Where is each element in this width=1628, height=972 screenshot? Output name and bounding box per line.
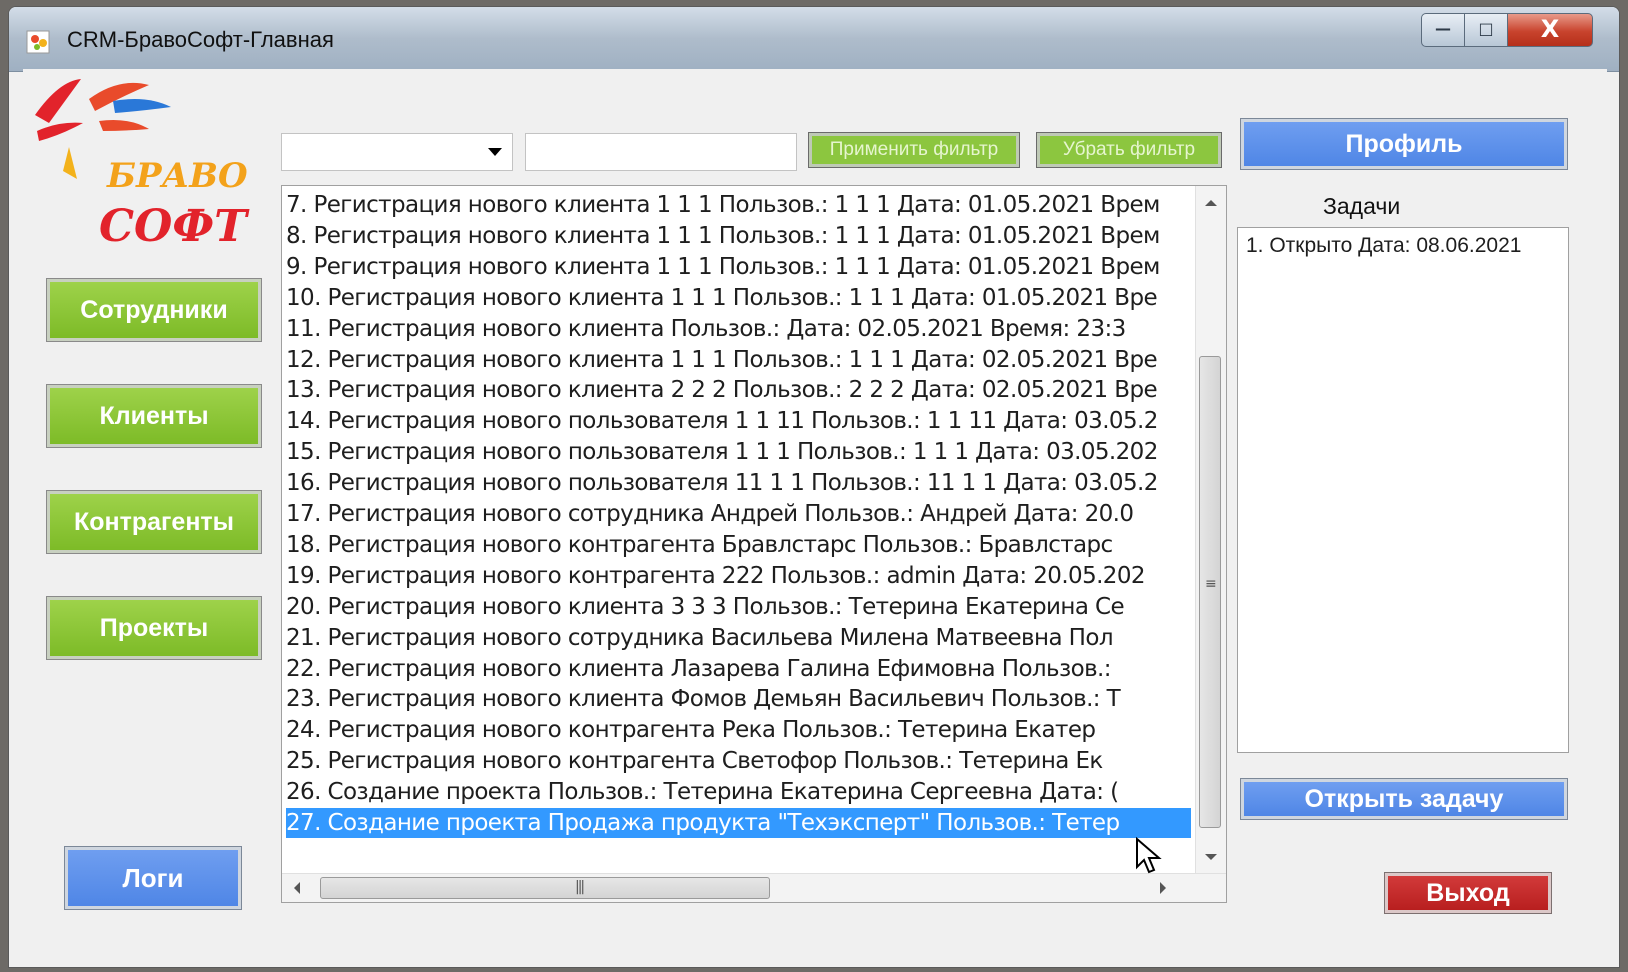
app-icon: [26, 30, 50, 54]
list-item[interactable]: 1. Открыто Дата: 08.06.2021: [1246, 234, 1521, 258]
tasks-listbox[interactable]: 1. Открыто Дата: 08.06.2021: [1237, 227, 1569, 753]
horizontal-scrollbar[interactable]: |||: [282, 873, 1226, 902]
close-button[interactable]: X: [1507, 13, 1593, 47]
list-item[interactable]: 7. Регистрация нового клиента 1 1 1 Поль…: [286, 190, 1191, 220]
scroll-up-arrow-icon[interactable]: [1205, 200, 1217, 206]
list-item[interactable]: 15. Регистрация нового пользователя 1 1 …: [286, 437, 1191, 467]
list-item[interactable]: 18. Регистрация нового контрагента Бравл…: [286, 530, 1191, 560]
employees-button[interactable]: Сотрудники: [47, 279, 261, 341]
logo-text-soft: СОФТ: [99, 201, 250, 251]
list-item[interactable]: 24. Регистрация нового контрагента Река …: [286, 715, 1191, 745]
list-item[interactable]: 17. Регистрация нового сотрудника Андрей…: [286, 499, 1191, 529]
list-item[interactable]: 27. Создание проекта Продажа продукта "Т…: [286, 808, 1191, 838]
clients-button[interactable]: Клиенты: [47, 385, 261, 447]
logs-button[interactable]: Логи: [65, 847, 241, 909]
client-area: БРАВО СОФТ Сотрудники Клиенты Контрагент…: [23, 69, 1607, 957]
list-item[interactable]: 8. Регистрация нового клиента 1 1 1 Поль…: [286, 221, 1191, 251]
mouse-cursor-icon: [1136, 837, 1162, 874]
list-item[interactable]: 26. Создание проекта Пользов.: Тетерина …: [286, 777, 1191, 807]
scroll-right-arrow-icon[interactable]: [1160, 882, 1166, 894]
chevron-down-icon: [488, 148, 502, 156]
list-item[interactable]: 13. Регистрация нового клиента 2 2 2 Пол…: [286, 375, 1191, 405]
grip-icon: ≡: [1205, 576, 1217, 592]
list-item[interactable]: 14. Регистрация нового пользователя 1 1 …: [286, 406, 1191, 436]
list-item[interactable]: 25. Регистрация нового контрагента Свето…: [286, 746, 1191, 776]
maximize-button[interactable]: □: [1464, 13, 1508, 47]
vertical-scroll-thumb[interactable]: ≡: [1199, 356, 1221, 828]
filter-input[interactable]: [525, 133, 797, 171]
scroll-left-arrow-icon[interactable]: [294, 882, 300, 894]
list-item[interactable]: 22. Регистрация нового клиента Лазарева …: [286, 654, 1191, 684]
list-item[interactable]: 10. Регистрация нового клиента 1 1 1 Пол…: [286, 283, 1191, 313]
list-item[interactable]: 23. Регистрация нового клиента Фомов Дем…: [286, 684, 1191, 714]
list-item[interactable]: 19. Регистрация нового контрагента 222 П…: [286, 561, 1191, 591]
logo-text-bravo: БРАВО: [106, 156, 248, 196]
contractors-button[interactable]: Контрагенты: [47, 491, 261, 553]
minimize-button[interactable]: —: [1421, 13, 1465, 47]
bravosoft-logo: БРАВО СОФТ: [35, 79, 250, 251]
list-item[interactable]: 20. Регистрация нового клиента 3 3 3 Пол…: [286, 592, 1191, 622]
main-window: CRM-БравоСофт-Главная — □ X БРАВО СОФТ С…: [8, 6, 1620, 968]
logs-listbox[interactable]: 7. Регистрация нового клиента 1 1 1 Поль…: [281, 185, 1227, 903]
title-bar[interactable]: CRM-БравоСофт-Главная — □ X: [9, 7, 1619, 72]
list-item[interactable]: 16. Регистрация нового пользователя 11 1…: [286, 468, 1191, 498]
projects-button[interactable]: Проекты: [47, 597, 261, 659]
apply-filter-button[interactable]: Применить фильтр: [809, 133, 1019, 167]
list-item[interactable]: 9. Регистрация нового клиента 1 1 1 Поль…: [286, 252, 1191, 282]
exit-button[interactable]: Выход: [1385, 873, 1551, 913]
scroll-down-arrow-icon[interactable]: [1205, 854, 1217, 860]
grip-icon: |||: [575, 879, 585, 895]
profile-button[interactable]: Профиль: [1241, 119, 1567, 169]
remove-filter-button[interactable]: Убрать фильтр: [1037, 133, 1221, 167]
vertical-scrollbar[interactable]: ≡: [1195, 186, 1226, 876]
filter-combo[interactable]: [281, 133, 513, 171]
open-task-button[interactable]: Открыть задачу: [1241, 779, 1567, 819]
horizontal-scroll-thumb[interactable]: |||: [320, 877, 770, 899]
list-item[interactable]: 11. Регистрация нового клиента Пользов.:…: [286, 314, 1191, 344]
list-item[interactable]: 21. Регистрация нового сотрудника Василь…: [286, 623, 1191, 653]
list-item[interactable]: 12. Регистрация нового клиента 1 1 1 Пол…: [286, 345, 1191, 375]
window-title: CRM-БравоСофт-Главная: [67, 27, 334, 52]
tasks-label: Задачи: [1323, 193, 1401, 219]
